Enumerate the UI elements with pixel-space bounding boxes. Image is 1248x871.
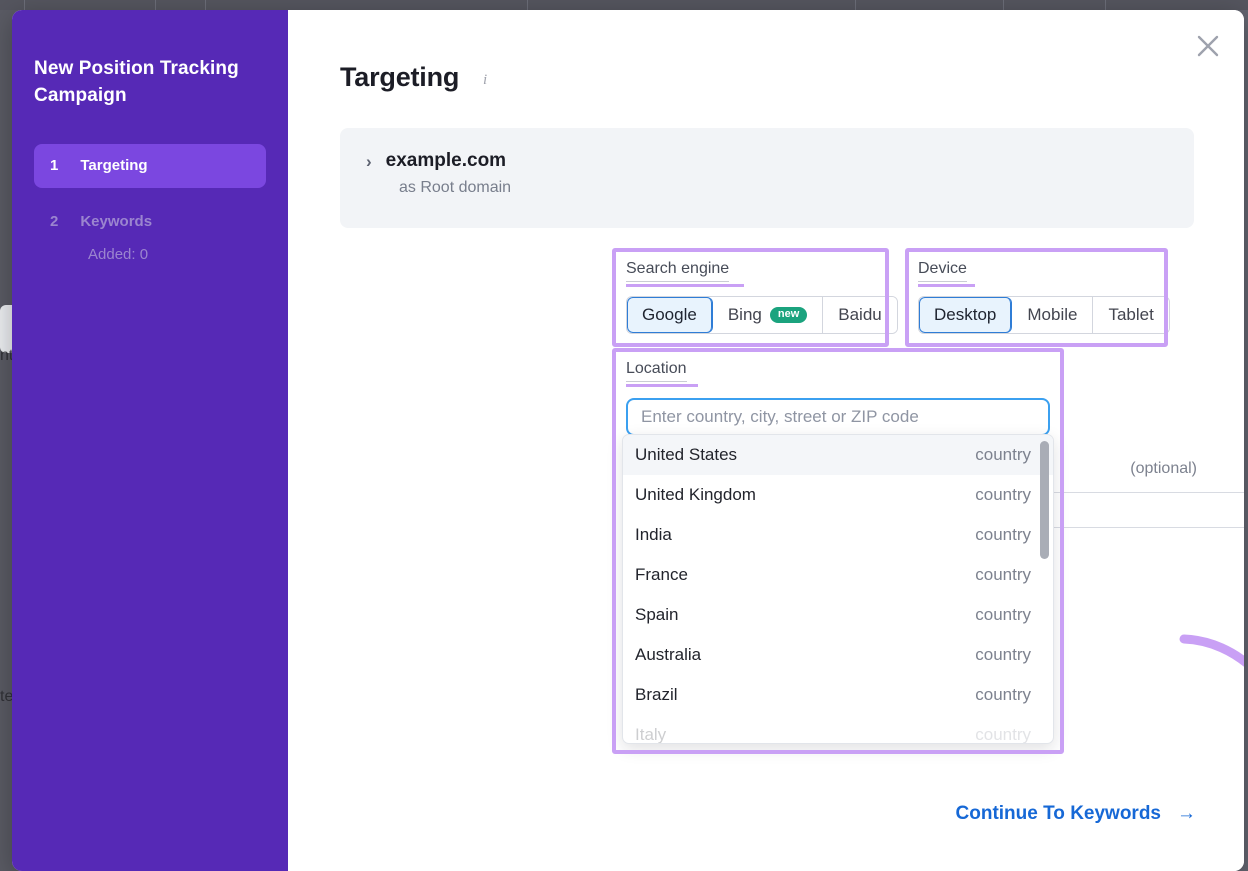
domain-scope: as Root domain xyxy=(399,179,512,196)
segment-label: Mobile xyxy=(1027,305,1078,324)
domain-name: example.com xyxy=(385,150,507,171)
suggestion-type: country xyxy=(975,685,1031,704)
segment-label: Baidu xyxy=(838,305,882,324)
segment-label: Desktop xyxy=(934,305,997,324)
new-badge: new xyxy=(769,307,808,323)
close-icon[interactable] xyxy=(1190,28,1226,64)
suggestion-type: country xyxy=(975,525,1031,544)
list-item[interactable]: United Kingdom country xyxy=(623,475,1053,515)
device-label-wrap: Device xyxy=(918,260,1170,287)
suggestion-name: Australia xyxy=(635,645,702,664)
annotation-underline xyxy=(918,284,975,287)
toolbar-divider xyxy=(205,0,206,10)
dropdown-scrollbar[interactable] xyxy=(1040,441,1049,559)
suggestion-name: India xyxy=(635,525,672,544)
toolbar-divider xyxy=(1105,0,1106,10)
toolbar-divider xyxy=(1003,0,1004,10)
device-option-mobile[interactable]: Mobile xyxy=(1012,297,1094,333)
device-option-desktop[interactable]: Desktop xyxy=(919,297,1013,333)
suggestion-type: country xyxy=(975,565,1031,584)
continue-to-keywords-button[interactable]: Continue To Keywords → xyxy=(956,803,1196,825)
device-option-tablet[interactable]: Tablet xyxy=(1093,297,1169,333)
domain-row[interactable]: › example.com xyxy=(366,150,1194,172)
optional-field-label: (optional) xyxy=(1130,460,1197,477)
suggestion-name: United States xyxy=(635,445,738,464)
info-icon[interactable]: i xyxy=(483,72,487,89)
search-engine-option-bing[interactable]: Bing new xyxy=(712,297,824,333)
suggestion-type: country xyxy=(975,725,1031,744)
segment-label: Tablet xyxy=(1108,305,1154,324)
modal-main-pane: Targeting i › example.com as Root domain… xyxy=(288,10,1244,871)
list-item[interactable]: Australia country xyxy=(623,635,1053,675)
search-engine-segmented-control[interactable]: Google Bing new Baidu xyxy=(626,296,898,334)
toolbar-divider xyxy=(24,0,25,10)
list-item[interactable]: India country xyxy=(623,515,1053,555)
device-group: Device Desktop Mobile Tablet xyxy=(918,260,1170,334)
suggestion-name: Italy xyxy=(635,725,667,744)
arrow-right-icon: → xyxy=(1177,803,1196,824)
continue-label: Continue To Keywords xyxy=(955,803,1161,824)
location-input[interactable] xyxy=(626,398,1050,436)
suggestion-type: country xyxy=(975,445,1031,464)
suggestion-name: France xyxy=(635,565,688,584)
sidebar-step-keywords[interactable]: 2 Keywords xyxy=(34,200,266,244)
toolbar-divider xyxy=(155,0,156,10)
wizard-title: New Position Tracking Campaign xyxy=(34,58,239,106)
chevron-right-icon: › xyxy=(366,151,372,171)
toolbar-divider xyxy=(527,0,528,10)
suggestion-type: country xyxy=(975,605,1031,624)
annotation-underline xyxy=(626,384,698,387)
suggestion-type: country xyxy=(975,485,1031,504)
wizard-sidebar: New Position Tracking Campaign 1 Targeti… xyxy=(12,10,288,871)
list-item[interactable]: Brazil country xyxy=(623,675,1053,715)
domain-panel: › example.com as Root domain xyxy=(340,128,1194,228)
page-title: Targeting xyxy=(340,62,460,92)
annotation-arrow-to-continue xyxy=(1179,634,1244,667)
search-engine-option-baidu[interactable]: Baidu xyxy=(823,297,897,333)
step-number: 1 xyxy=(50,157,59,175)
segment-label: Google xyxy=(642,305,697,324)
step-label: Keywords xyxy=(80,213,153,231)
toolbar-divider xyxy=(855,0,856,10)
search-engine-group: Search engine Google Bing new Baidu xyxy=(626,260,898,334)
keywords-added-count: Added: 0 xyxy=(88,245,149,263)
segment-label: Bing xyxy=(727,305,762,324)
location-label: Location xyxy=(626,360,687,382)
suggestion-type: country xyxy=(975,645,1031,664)
device-label: Device xyxy=(918,260,967,282)
sidebar-step-targeting[interactable]: 1 Targeting xyxy=(34,143,266,188)
list-item[interactable]: Italy country xyxy=(623,715,1053,744)
step-label: Targeting xyxy=(80,157,148,175)
new-campaign-modal: New Position Tracking Campaign 1 Targeti… xyxy=(12,10,1244,871)
list-item[interactable]: Spain country xyxy=(623,595,1053,635)
annotation-underline xyxy=(626,284,744,287)
suggestion-name: Spain xyxy=(635,605,679,624)
list-item[interactable]: United States country xyxy=(623,435,1053,475)
location-suggestions-dropdown[interactable]: United States country United Kingdom cou… xyxy=(622,434,1054,744)
location-group: Location xyxy=(626,360,1050,436)
search-engine-label-wrap: Search engine xyxy=(626,260,898,287)
search-engine-label: Search engine xyxy=(626,260,730,282)
suggestion-name: Brazil xyxy=(635,685,678,704)
location-label-wrap: Location xyxy=(626,360,1050,387)
device-segmented-control[interactable]: Desktop Mobile Tablet xyxy=(918,296,1170,334)
suggestion-name: United Kingdom xyxy=(635,485,756,504)
list-item[interactable]: France country xyxy=(623,555,1053,595)
background-toolbar xyxy=(0,0,1248,10)
step-number: 2 xyxy=(50,213,59,231)
search-engine-option-google[interactable]: Google xyxy=(627,297,713,333)
